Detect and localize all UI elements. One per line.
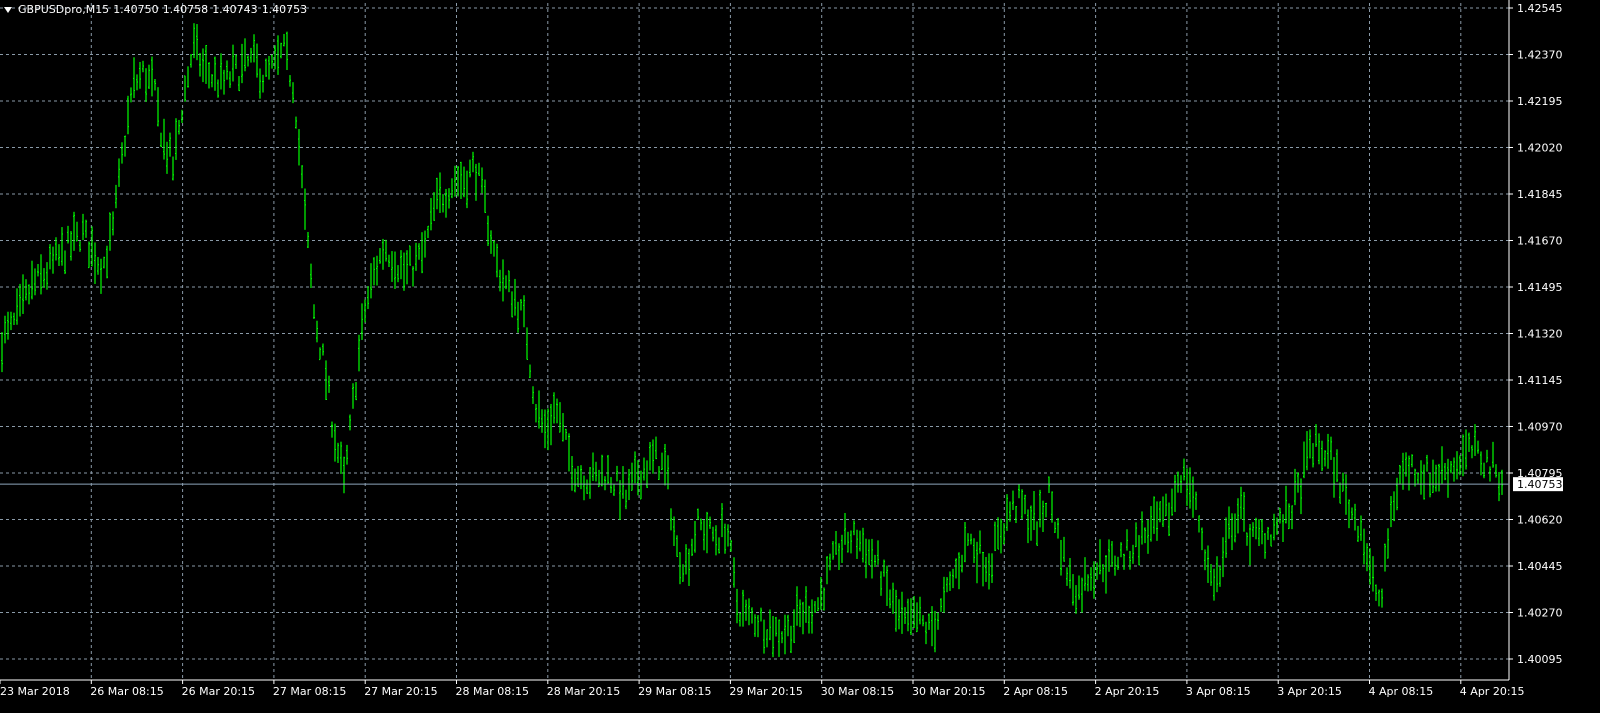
x-tick-label: 29 Mar 20:15 xyxy=(729,685,802,698)
x-tick-label: 30 Mar 20:15 xyxy=(912,685,985,698)
x-tick-label: 28 Mar 20:15 xyxy=(547,685,620,698)
x-tick-label: 23 Mar 2018 xyxy=(0,685,70,698)
x-tick-label: 2 Apr 08:15 xyxy=(1003,685,1068,698)
x-tick-label: 27 Mar 20:15 xyxy=(364,685,437,698)
y-tick-label: 1.40970 xyxy=(1517,421,1563,434)
y-tick-label: 1.40095 xyxy=(1517,653,1563,666)
low-value: 1.40743 xyxy=(212,3,258,16)
y-tick-label: 1.40620 xyxy=(1517,514,1563,527)
y-tick-label: 1.41320 xyxy=(1517,328,1563,341)
x-tick-label: 27 Mar 08:15 xyxy=(273,685,346,698)
current-price-line: 1.40753 xyxy=(0,477,1563,492)
x-tick-label: 4 Apr 20:15 xyxy=(1460,685,1525,698)
grid xyxy=(0,3,1509,680)
symbol-label: GBPUSDpro,M15 xyxy=(18,3,110,16)
chart-window[interactable]: 1.42545 1.42370 1.42195 1.42020 1.41845 1.416… xyxy=(0,0,1600,713)
chart-header: GBPUSDpro,M15 1.40750 1.40758 1.40743 1.… xyxy=(4,3,307,16)
y-tick-label: 1.41145 xyxy=(1517,374,1563,387)
y-tick-label: 1.41670 xyxy=(1517,235,1563,248)
x-tick-label: 4 Apr 08:15 xyxy=(1369,685,1434,698)
high-value: 1.40758 xyxy=(162,3,209,16)
close-value: 1.40753 xyxy=(261,3,308,16)
x-tick-label: 29 Mar 08:15 xyxy=(638,685,711,698)
time-axis-labels: 23 Mar 2018 26 Mar 08:15 26 Mar 20:15 27 Ma… xyxy=(0,685,1525,698)
x-tick-label: 26 Mar 08:15 xyxy=(90,685,163,698)
y-tick-label: 1.42195 xyxy=(1517,95,1563,108)
y-tick-label: 1.40445 xyxy=(1517,560,1563,573)
chart-menu-triangle-icon[interactable] xyxy=(4,6,12,13)
open-value: 1.40750 xyxy=(113,3,159,16)
x-tick-label: 3 Apr 20:15 xyxy=(1277,685,1342,698)
price-axis-labels: 1.42545 1.42370 1.42195 1.42020 1.41845 1.416… xyxy=(1517,2,1563,666)
price-chart[interactable]: 1.42545 1.42370 1.42195 1.42020 1.41845 1.416… xyxy=(0,0,1600,713)
y-tick-label: 1.42545 xyxy=(1517,2,1563,15)
x-tick-label: 26 Mar 20:15 xyxy=(182,685,255,698)
y-tick-label: 1.40270 xyxy=(1517,607,1563,620)
y-tick-label: 1.42020 xyxy=(1517,142,1563,155)
y-tick-label: 1.41845 xyxy=(1517,188,1563,201)
x-tick-label: 30 Mar 08:15 xyxy=(821,685,894,698)
x-tick-label: 3 Apr 08:15 xyxy=(1186,685,1251,698)
y-tick-label: 1.41495 xyxy=(1517,281,1563,294)
y-tick-label: 1.42370 xyxy=(1517,49,1563,62)
x-tick-label: 2 Apr 20:15 xyxy=(1095,685,1160,698)
axes xyxy=(0,0,1513,684)
current-price-label: 1.40753 xyxy=(1517,478,1563,491)
x-tick-label: 28 Mar 08:15 xyxy=(456,685,529,698)
